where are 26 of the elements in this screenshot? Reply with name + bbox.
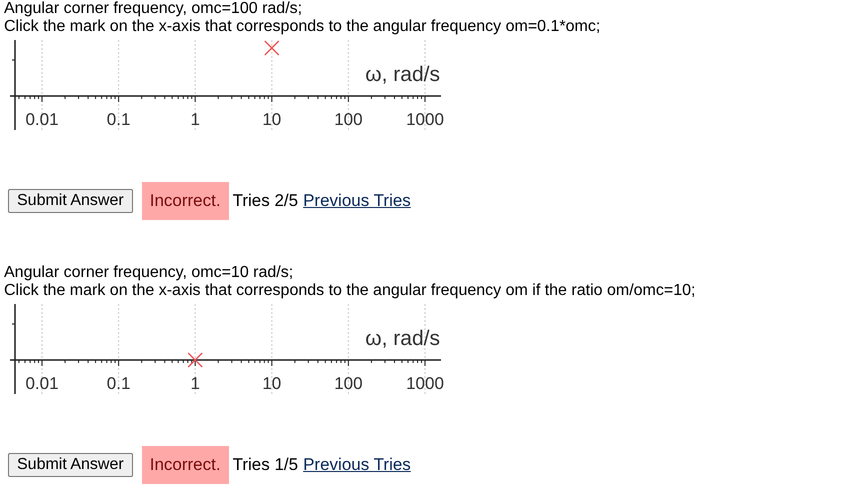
- question-text: Click the mark on the x-axis that corresponds to the angular frequency om=0.1*omc;: [4, 18, 602, 36]
- axis-label: ω, rad/s: [365, 63, 440, 86]
- previous-tries-link[interactable]: Previous Tries: [303, 455, 411, 475]
- problem-statement: Angular corner frequency, omc=10 rad/s;: [4, 264, 294, 282]
- tick-label[interactable]: 100: [334, 374, 363, 393]
- tick-label[interactable]: 0.01: [25, 110, 59, 129]
- submit-button[interactable]: Submit Answer: [8, 453, 133, 477]
- tick-label[interactable]: 10: [262, 374, 282, 393]
- tick-label[interactable]: 0.1: [106, 110, 130, 129]
- tick-label[interactable]: 1000: [406, 374, 444, 393]
- tick-label[interactable]: 0.01: [25, 374, 59, 393]
- tick-label[interactable]: 1: [190, 110, 200, 129]
- result-badge: Incorrect.: [142, 446, 229, 484]
- result-badge: Incorrect.: [142, 182, 229, 220]
- submit-button[interactable]: Submit Answer: [8, 189, 133, 213]
- tick-label[interactable]: 1000: [406, 110, 444, 129]
- axis-label: ω, rad/s: [365, 327, 440, 350]
- problem-statement: Angular corner frequency, omc=100 rad/s;: [4, 0, 304, 18]
- tick-label[interactable]: 10: [262, 110, 282, 129]
- question-text: Click the mark on the x-axis that corresponds to the angular frequency om if the ratio om/omc=10;: [4, 282, 696, 300]
- tick-label[interactable]: 100: [334, 110, 363, 129]
- tick-label[interactable]: 1: [190, 374, 200, 393]
- tick-label[interactable]: 0.1: [106, 374, 130, 393]
- tries-count: Tries 2/5: [232, 191, 298, 211]
- tries-count: Tries 1/5: [232, 455, 298, 475]
- previous-tries-link[interactable]: Previous Tries: [303, 191, 411, 211]
